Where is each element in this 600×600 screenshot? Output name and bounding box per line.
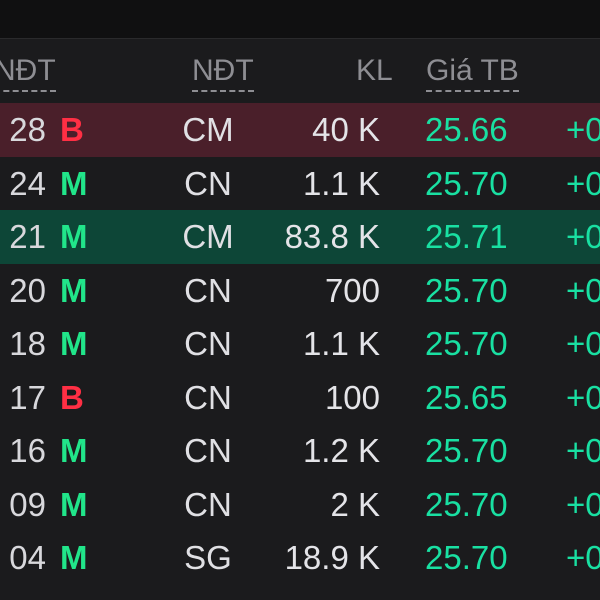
trade-volume: 2 K xyxy=(330,485,380,523)
table-row[interactable]: 16 M CN 1.2 K 25.70 +0 xyxy=(0,424,600,478)
table-row[interactable]: 09 M CN 2 K 25.70 +0 xyxy=(0,478,600,532)
trade-price: 25.70 xyxy=(425,325,508,362)
price-change: +0 xyxy=(566,325,600,362)
top-bar xyxy=(0,0,600,39)
trade-history-screen: NĐT NĐT KL Giá TB 28 B CM 40 K 25.66 +0 24 M CN 1… xyxy=(0,0,600,600)
trade-side: M xyxy=(60,164,88,202)
trade-time: 16 xyxy=(9,432,46,469)
investor-type: CN xyxy=(184,271,232,309)
trade-time: 24 xyxy=(9,164,46,202)
trade-price: 25.70 xyxy=(425,271,508,309)
trade-price: 25.65 xyxy=(425,378,508,416)
trade-side: B xyxy=(60,378,84,416)
price-change: +0 xyxy=(566,378,600,416)
investor-type: CN xyxy=(184,164,232,202)
trade-volume: 1.2 K xyxy=(302,432,380,469)
trade-volume: 100 xyxy=(324,378,380,416)
trade-price: 25.70 xyxy=(425,539,508,576)
table-row[interactable]: 04 M SG 18.9 K 25.70 +0 xyxy=(0,531,600,585)
trade-time: 04 xyxy=(9,539,46,576)
investor-type: CM xyxy=(182,218,234,255)
header-avg-price[interactable]: Giá TB xyxy=(426,54,519,92)
price-change: +0 xyxy=(566,164,600,202)
price-change: +0 xyxy=(566,271,600,309)
trade-volume: 1.1 K xyxy=(302,164,380,202)
trade-time: 21 xyxy=(9,218,46,255)
trade-price: 25.70 xyxy=(425,164,508,202)
investor-type: SG xyxy=(184,539,232,576)
trade-side: M xyxy=(60,325,88,362)
trade-time: 18 xyxy=(9,325,46,362)
trade-price: 25.66 xyxy=(425,111,508,148)
trade-time: 17 xyxy=(9,378,46,416)
investor-type: CM xyxy=(182,111,234,148)
header-volume: KL xyxy=(356,54,393,87)
trade-list: 28 B CM 40 K 25.66 +0 24 M CN 1.1 K 25.70 +0 21 M CM 83… xyxy=(0,103,600,585)
trade-time: 28 xyxy=(9,111,46,148)
trade-volume: 40 K xyxy=(312,111,380,148)
table-row[interactable]: 20 M CN 700 25.70 +0 xyxy=(0,264,600,318)
table-row[interactable]: 28 B CM 40 K 25.66 +0 xyxy=(0,103,600,157)
table-row[interactable]: 24 M CN 1.1 K 25.70 +0 xyxy=(0,157,600,211)
table-row[interactable]: 18 M CN 1.1 K 25.70 +0 xyxy=(0,317,600,371)
trade-volume: 700 xyxy=(324,271,380,309)
price-change: +0 xyxy=(566,218,600,255)
trade-side: M xyxy=(60,485,88,523)
trade-side: B xyxy=(60,111,84,148)
header-investor-2[interactable]: NĐT xyxy=(192,54,254,92)
price-change: +0 xyxy=(566,539,600,576)
trade-volume: 18.9 K xyxy=(284,539,380,576)
table-header: NĐT NĐT KL Giá TB xyxy=(0,44,600,98)
trade-time: 09 xyxy=(9,485,46,523)
trade-time: 20 xyxy=(9,271,46,309)
trade-volume: 83.8 K xyxy=(284,218,380,255)
header-investor-1[interactable]: NĐT xyxy=(0,54,56,92)
investor-type: CN xyxy=(184,378,232,416)
table-row[interactable]: 17 B CN 100 25.65 +0 xyxy=(0,371,600,425)
price-change: +0 xyxy=(566,432,600,469)
price-change: +0 xyxy=(566,111,600,148)
trade-side: M xyxy=(60,432,88,469)
investor-type: CN xyxy=(184,325,232,362)
trade-side: M xyxy=(60,271,88,309)
trade-price: 25.71 xyxy=(425,218,508,255)
price-change: +0 xyxy=(566,485,600,523)
trade-price: 25.70 xyxy=(425,432,508,469)
trade-side: M xyxy=(60,218,88,255)
trade-volume: 1.1 K xyxy=(302,325,380,362)
investor-type: CN xyxy=(184,432,232,469)
trade-price: 25.70 xyxy=(425,485,508,523)
table-row[interactable]: 21 M CM 83.8 K 25.71 +0 xyxy=(0,210,600,264)
trade-side: M xyxy=(60,539,88,576)
investor-type: CN xyxy=(184,485,232,523)
